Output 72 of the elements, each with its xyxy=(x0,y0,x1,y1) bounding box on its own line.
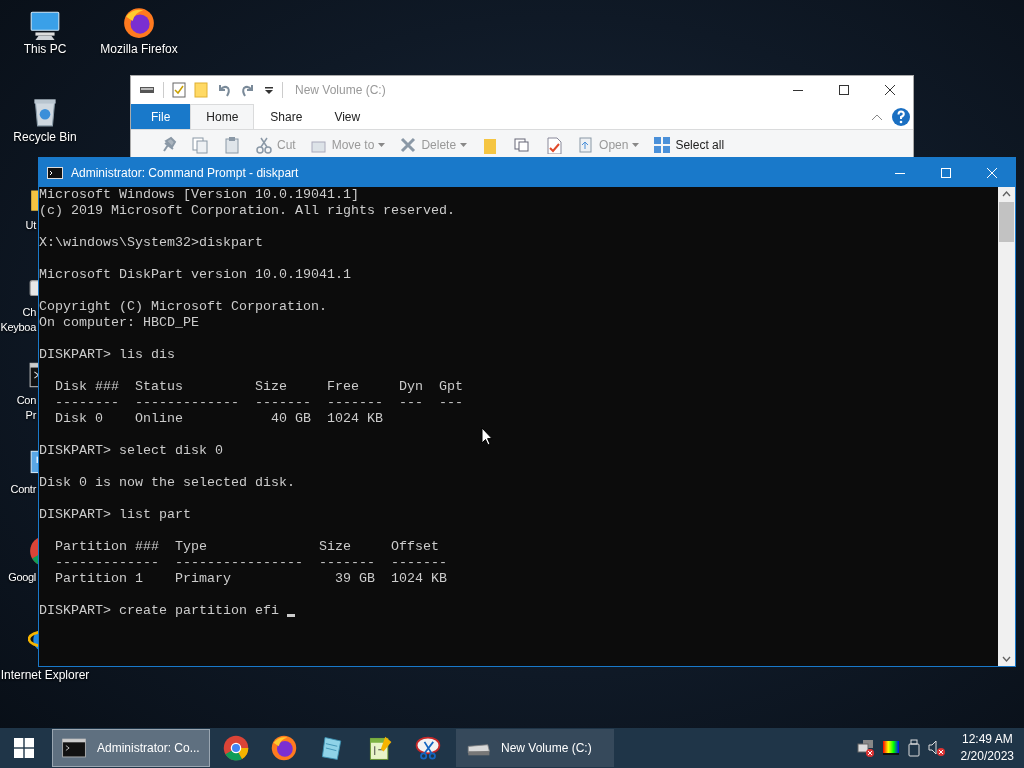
console-line: X:\windows\System32>diskpart xyxy=(39,235,264,251)
console-line: (c) 2019 Microsoft Corporation. All rights reserved. xyxy=(39,203,456,219)
console-line: Disk 0 is now the selected disk. xyxy=(39,475,296,491)
console-line: Disk ### Status Size Free Dyn Gpt xyxy=(54,379,464,395)
console-line: -------- ------------- ------- ------- --- --- xyxy=(54,395,464,411)
close-icon xyxy=(987,167,997,178)
clock[interactable]: 12:49 AM 2/20/2023 xyxy=(960,731,1014,765)
console-line: DISKPART> list part xyxy=(39,507,192,523)
delete-icon xyxy=(399,136,418,154)
ribbon-tab[interactable]: Share xyxy=(254,104,319,129)
icon-label: Con xyxy=(15,393,36,408)
ribbon-tab[interactable]: View xyxy=(318,104,377,129)
volume-muted-icon[interactable] xyxy=(927,739,946,757)
console-line: Disk 0 Online 40 GB 1024 KB xyxy=(54,411,384,427)
redo-icon[interactable] xyxy=(240,82,256,98)
window-title: Administrator: Command Prompt - diskpart xyxy=(71,165,299,180)
drive-icon[interactable] xyxy=(139,85,155,95)
usb-drive-icon[interactable] xyxy=(906,739,921,757)
help-icon[interactable] xyxy=(891,106,911,127)
date-text: 2/20/2023 xyxy=(960,748,1014,765)
network-error-icon[interactable] xyxy=(856,739,875,757)
taskbar-window-button[interactable]: Administrator: Co... xyxy=(52,729,210,767)
console-line: Partition ### Type Size Offset xyxy=(54,539,440,555)
file-menu-tab[interactable]: File xyxy=(131,104,191,129)
window-title: New Volume (C:) xyxy=(295,83,386,97)
terminal-icon xyxy=(47,166,63,179)
console-line: DISKPART> create partition efi xyxy=(39,603,280,619)
icon-label: Keyboa xyxy=(0,320,36,335)
browser-icon xyxy=(122,6,156,40)
collapse-icon[interactable] xyxy=(871,112,883,121)
checklist-icon[interactable] xyxy=(172,82,186,98)
console-line: DISKPART> select disk 0 xyxy=(39,443,224,459)
console-line: Partition 1 Primary 39 GB 1024 KB xyxy=(54,571,448,587)
close-icon xyxy=(885,85,895,95)
console-line: On computer: HBCD_PE xyxy=(39,315,200,331)
icon-label: Ch xyxy=(21,305,36,320)
scissors-icon xyxy=(255,136,273,154)
clipboard-icon[interactable] xyxy=(223,136,241,154)
console-line: DISKPART> lis dis xyxy=(39,347,176,363)
scrollbar[interactable] xyxy=(998,187,1015,666)
icon-label: This PC xyxy=(23,42,67,57)
color-display-icon[interactable] xyxy=(881,740,900,756)
icon-label: Internet Explorer xyxy=(0,668,90,683)
icon-label: Pr xyxy=(24,408,36,423)
undo-icon[interactable] xyxy=(216,82,232,98)
scrollbar-thumb[interactable] xyxy=(999,202,1014,242)
browser-icon xyxy=(222,734,250,762)
icon-label: Mozilla Firefox xyxy=(100,42,178,57)
maximize-icon xyxy=(941,167,951,178)
scissors-icon xyxy=(414,734,442,762)
windows-icon xyxy=(14,738,34,758)
browser-icon xyxy=(270,734,298,762)
maximize-icon xyxy=(839,85,849,95)
icon-label: Recycle Bin xyxy=(13,130,77,145)
ribbon-button[interactable]: Select all xyxy=(653,136,725,154)
console-line: Copyright (C) Microsoft Corporation. xyxy=(39,299,328,315)
icon-label: Googl xyxy=(7,570,36,585)
check-page-icon[interactable] xyxy=(545,136,564,154)
time-text: 12:49 AM xyxy=(961,731,1013,748)
console-line: ------------- ---------------- ------- ------- xyxy=(54,555,448,571)
mouse-pointer-icon xyxy=(481,427,493,446)
dropdown-icon[interactable] xyxy=(264,85,274,95)
console-line: Microsoft Windows [Version 10.0.19041.1] xyxy=(39,187,360,203)
taskbar-window-button[interactable]: New Volume (C:) xyxy=(456,729,614,767)
text-cursor xyxy=(286,614,295,617)
ribbon-tab[interactable]: Home xyxy=(190,104,255,129)
terminal-icon xyxy=(61,735,87,761)
icon-label: Contr xyxy=(9,482,36,497)
select-all-icon xyxy=(653,136,672,154)
icon-label: Ut xyxy=(24,218,36,233)
console-line: Microsoft DiskPart version 10.0.19041.1 xyxy=(39,267,352,283)
copy-icon[interactable] xyxy=(513,136,532,154)
